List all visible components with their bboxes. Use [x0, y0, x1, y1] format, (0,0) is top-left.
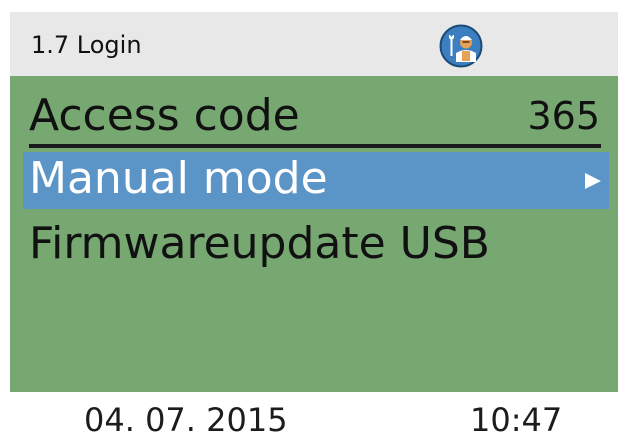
menu-item-access-code[interactable]: Access code 365: [23, 88, 609, 148]
service-technician-icon: [439, 24, 483, 68]
menu-item-firmware-update-usb[interactable]: Firmwareupdate USB: [23, 216, 609, 276]
access-code-label: Access code: [29, 90, 300, 141]
status-footer: 04. 07. 2015 10:47: [0, 392, 628, 443]
time-display: 10:47: [470, 401, 563, 439]
firmware-update-label: Firmwareupdate USB: [29, 218, 490, 269]
display-screen: 1.7 Login Access code 365 Manual mode Fi…: [10, 12, 618, 392]
arrow-right-icon: [585, 173, 601, 189]
date-display: 04. 07. 2015: [84, 401, 288, 439]
page-title: 1.7 Login: [31, 31, 142, 59]
menu-item-manual-mode[interactable]: Manual mode: [23, 152, 609, 209]
access-code-underline: [29, 144, 601, 148]
manual-mode-label: Manual mode: [29, 153, 328, 204]
access-code-value: 365: [527, 94, 600, 138]
header-bar: 1.7 Login: [10, 12, 618, 76]
